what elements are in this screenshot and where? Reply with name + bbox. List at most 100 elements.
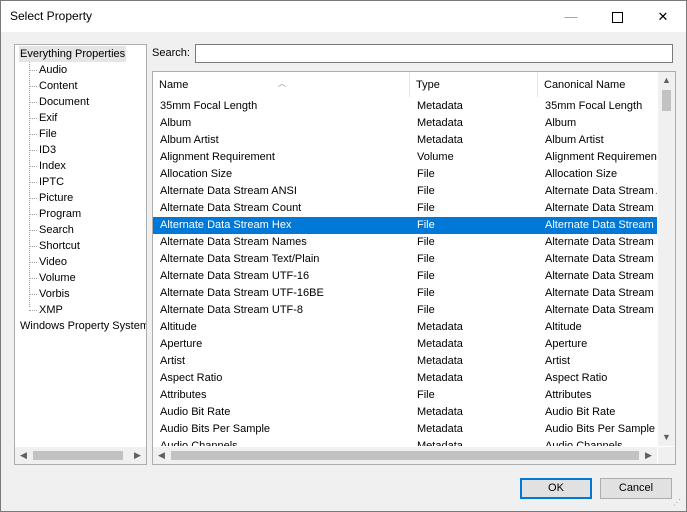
table-row[interactable]: Album Metadata Album xyxy=(153,115,657,132)
canonical-name-cell: Alternate Data Stream Hex xyxy=(545,219,657,231)
tree-item-search[interactable]: Search xyxy=(39,222,74,238)
tree-item-iptc[interactable]: IPTC xyxy=(39,174,64,190)
search-label: Search: xyxy=(152,47,190,59)
tree-connector-line xyxy=(29,62,30,307)
select-property-dialog: Select Property — ✕ Everything Propertie… xyxy=(0,0,687,512)
tree-item-content[interactable]: Content xyxy=(39,78,78,94)
type-cell: Metadata xyxy=(417,338,463,350)
table-row[interactable]: Alternate Data Stream Names File Alternate… xyxy=(153,234,657,251)
scroll-down-icon[interactable]: ▼ xyxy=(658,429,675,446)
type-cell: File xyxy=(417,168,435,180)
tree-connector xyxy=(29,198,37,199)
list-vscroll-thumb[interactable] xyxy=(662,90,671,111)
column-header-type[interactable]: Type xyxy=(410,72,538,97)
list-rows: 35mm Focal Length Metadata 35mm Focal Leng… xyxy=(153,98,657,446)
maximize-button[interactable] xyxy=(594,1,640,32)
type-cell: Metadata xyxy=(417,321,463,333)
canonical-name-cell: Audio Bits Per Sample xyxy=(545,423,656,435)
table-row[interactable]: Alternate Data Stream UTF-8 File Alternate… xyxy=(153,302,657,319)
tree-item-exif[interactable]: Exif xyxy=(39,110,57,126)
canonical-name-cell: Artist xyxy=(545,355,571,367)
scroll-left-icon[interactable]: ◀ xyxy=(15,447,32,464)
cancel-button[interactable]: Cancel xyxy=(600,478,672,499)
name-cell: Alternate Data Stream UTF-8 xyxy=(160,304,304,316)
close-button[interactable]: ✕ xyxy=(640,1,686,32)
table-row[interactable]: Alignment Requirement Volume Alignment Req… xyxy=(153,149,657,166)
tree-item-windows-property-system[interactable]: Windows Property System xyxy=(20,318,146,334)
table-row[interactable]: Audio Bits Per Sample Metadata Audio Bits … xyxy=(153,421,657,438)
type-cell: Metadata xyxy=(417,100,463,112)
scroll-right-icon[interactable]: ▶ xyxy=(129,447,146,464)
list-vertical-scrollbar[interactable]: ▲ ▼ xyxy=(658,72,675,446)
canonical-name-cell: Aspect Ratio xyxy=(545,372,608,384)
type-cell: File xyxy=(417,270,435,282)
table-row[interactable]: Alternate Data Stream ANSI File Alternate … xyxy=(153,183,657,200)
column-header-label: Canonical Name xyxy=(544,79,626,91)
scroll-left-icon[interactable]: ◀ xyxy=(153,447,170,464)
table-row[interactable]: Alternate Data Stream Text/Plain File Alte… xyxy=(153,251,657,268)
name-cell: 35mm Focal Length xyxy=(160,100,258,112)
table-row[interactable]: Aperture Metadata Aperture xyxy=(153,336,657,353)
table-row[interactable]: Altitude Metadata Altitude xyxy=(153,319,657,336)
tree-connector xyxy=(29,310,37,311)
search-input[interactable] xyxy=(195,44,673,63)
canonical-name-cell: Audio Channels xyxy=(545,440,623,446)
tree-item-volume[interactable]: Volume xyxy=(39,270,76,286)
table-row[interactable]: Audio Bit Rate Metadata Audio Bit Rate xyxy=(153,404,657,421)
tree-item-file[interactable]: File xyxy=(39,126,57,142)
name-cell: Audio Channels xyxy=(160,440,238,446)
canonical-name-cell: Album xyxy=(545,117,577,129)
list-horizontal-scrollbar[interactable]: ◀ ▶ xyxy=(153,447,657,464)
tree-item-index[interactable]: Index xyxy=(39,158,66,174)
table-row[interactable]: Attributes File Attributes xyxy=(153,387,657,404)
table-row[interactable]: 35mm Focal Length Metadata 35mm Focal Leng… xyxy=(153,98,657,115)
scroll-right-icon[interactable]: ▶ xyxy=(640,447,657,464)
canonical-name-cell: Alignment Requirement xyxy=(545,151,657,163)
tree-scroll-thumb[interactable] xyxy=(33,451,123,460)
minimize-button[interactable]: — xyxy=(548,1,594,32)
resize-grip-icon[interactable]: ⋰ xyxy=(673,498,683,508)
category-tree[interactable]: Everything Properties Audio Content Documen… xyxy=(14,44,147,465)
table-row[interactable]: Allocation Size File Allocation Size xyxy=(153,166,657,183)
table-row[interactable]: Alternate Data Stream Hex File Alternate D… xyxy=(153,217,657,234)
tree-connector xyxy=(29,118,37,119)
name-cell: Allocation Size xyxy=(160,168,233,180)
column-header-canonical-name[interactable]: Canonical Name xyxy=(538,72,657,97)
type-cell: Metadata xyxy=(417,423,463,435)
ok-button[interactable]: OK xyxy=(520,478,592,499)
table-row[interactable]: Alternate Data Stream UTF-16BE File Altern… xyxy=(153,285,657,302)
type-cell: Metadata xyxy=(417,440,463,446)
name-cell: Alignment Requirement xyxy=(160,151,275,163)
table-row[interactable]: Alternate Data Stream Count File Alternate… xyxy=(153,200,657,217)
property-list[interactable]: ︿ Name Type Canonical Name 35mm Focal Le… xyxy=(152,71,676,465)
table-row[interactable]: Artist Metadata Artist xyxy=(153,353,657,370)
list-hscroll-thumb[interactable] xyxy=(171,451,639,460)
tree-item-id3[interactable]: ID3 xyxy=(39,142,56,158)
tree-item-video[interactable]: Video xyxy=(39,254,67,270)
scroll-up-icon[interactable]: ▲ xyxy=(658,72,675,89)
tree-item-program[interactable]: Program xyxy=(39,206,81,222)
tree-item-document[interactable]: Document xyxy=(39,94,89,110)
type-cell: Metadata xyxy=(417,134,463,146)
tree-item-shortcut[interactable]: Shortcut xyxy=(39,238,80,254)
type-cell: File xyxy=(417,185,435,197)
tree-item-vorbis[interactable]: Vorbis xyxy=(39,286,70,302)
tree-item-picture[interactable]: Picture xyxy=(39,190,73,206)
column-header-name[interactable]: ︿ Name xyxy=(153,72,410,97)
canonical-name-cell: Alternate Data Stream Count xyxy=(545,202,657,214)
tree-item-xmp[interactable]: XMP xyxy=(39,302,63,318)
tree-item-everything-properties[interactable]: Everything Properties xyxy=(19,46,127,62)
table-row[interactable]: Audio Channels Metadata Audio Channels xyxy=(153,438,657,446)
table-row[interactable]: Aspect Ratio Metadata Aspect Ratio xyxy=(153,370,657,387)
name-cell: Altitude xyxy=(160,321,197,333)
name-cell: Alternate Data Stream Text/Plain xyxy=(160,253,320,265)
tree-item-audio[interactable]: Audio xyxy=(39,62,67,78)
tree-horizontal-scrollbar[interactable]: ◀ ▶ xyxy=(15,447,146,464)
canonical-name-cell: Alternate Data Stream UTF-16BE xyxy=(545,287,657,299)
table-row[interactable]: Alternate Data Stream UTF-16 File Alternat… xyxy=(153,268,657,285)
type-cell: Metadata xyxy=(417,355,463,367)
name-cell: Alternate Data Stream Count xyxy=(160,202,302,214)
table-row[interactable]: Album Artist Metadata Album Artist xyxy=(153,132,657,149)
type-cell: File xyxy=(417,253,435,265)
type-cell: Metadata xyxy=(417,117,463,129)
